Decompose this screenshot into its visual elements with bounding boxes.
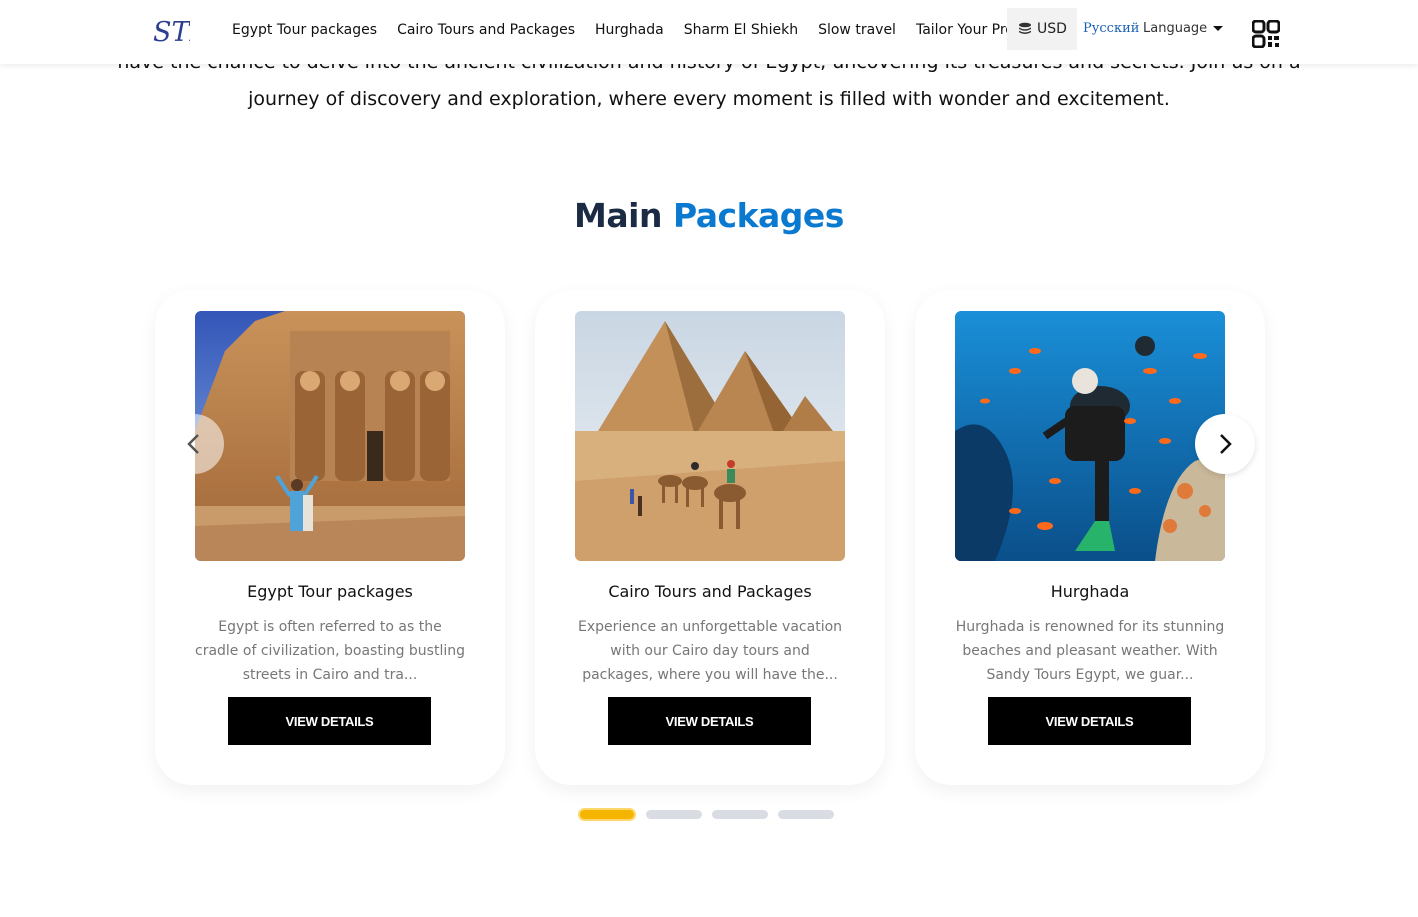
section-title-main: Main: [574, 196, 662, 235]
card-title: Egypt Tour packages: [247, 582, 413, 601]
view-details-button[interactable]: VIEW DETAILS: [608, 697, 811, 745]
chevron-left-icon: [187, 434, 199, 454]
nav-egypt-tour-packages[interactable]: Egypt Tour packages: [232, 22, 377, 38]
nav-slow-travel[interactable]: Slow travel: [818, 22, 896, 38]
language-dropdown[interactable]: Language: [1143, 21, 1224, 36]
card-description: Hurghada is renowned for its stunning be…: [955, 619, 1225, 683]
logo[interactable]: STE: [152, 12, 190, 50]
scuba-diver-image[interactable]: [955, 311, 1225, 561]
language-label: Language: [1143, 21, 1208, 36]
abu-simbel-image[interactable]: [195, 311, 465, 561]
qr-code-icon[interactable]: [1252, 20, 1280, 48]
chevron-right-icon: [1220, 434, 1232, 454]
section-title: Main Packages: [0, 196, 1418, 235]
nav-sharm-el-shiekh[interactable]: Sharm El Shiekh: [684, 22, 798, 38]
coins-icon: [1019, 22, 1032, 35]
package-card: Egypt Tour packages Egypt is often refer…: [155, 290, 505, 785]
pagination-dot[interactable]: [646, 810, 702, 819]
logo-text: STE: [153, 17, 190, 48]
pagination-dot[interactable]: [778, 810, 834, 819]
carousel-next-button[interactable]: [1195, 414, 1255, 474]
giza-pyramids-image[interactable]: [575, 311, 845, 561]
section-title-packages: Packages: [672, 196, 845, 235]
currency-selector[interactable]: USD: [1007, 8, 1077, 50]
carousel-pagination: [578, 808, 834, 821]
card-description: Experience an unforgettable vacation wit…: [577, 619, 843, 683]
card-title: Cairo Tours and Packages: [608, 582, 812, 601]
view-details-button[interactable]: VIEW DETAILS: [988, 697, 1191, 745]
pagination-dot-active[interactable]: [578, 808, 636, 821]
view-details-button[interactable]: VIEW DETAILS: [228, 697, 431, 745]
pagination-dot[interactable]: [712, 810, 768, 819]
site-header: STE Egypt Tour packages Cairo Tours and …: [0, 0, 1418, 64]
package-card: Cairo Tours and Packages Experience an u…: [535, 290, 885, 785]
caret-down-icon: [1213, 26, 1224, 31]
card-description: Egypt is often referred to as the cradle…: [195, 619, 465, 683]
currency-label: USD: [1037, 21, 1067, 37]
carousel-prev-button[interactable]: [164, 414, 224, 474]
card-title: Hurghada: [1050, 582, 1130, 601]
package-card: Hurghada Hurghada is renowned for its st…: [915, 290, 1265, 785]
main-nav: Egypt Tour packages Cairo Tours and Pack…: [232, 0, 1071, 60]
intro-line-2: journey of discovery and exploration, wh…: [248, 88, 1170, 110]
nav-hurghada[interactable]: Hurghada: [595, 22, 664, 38]
russian-language-link[interactable]: Русский: [1083, 21, 1139, 36]
nav-cairo-tours[interactable]: Cairo Tours and Packages: [397, 22, 575, 38]
